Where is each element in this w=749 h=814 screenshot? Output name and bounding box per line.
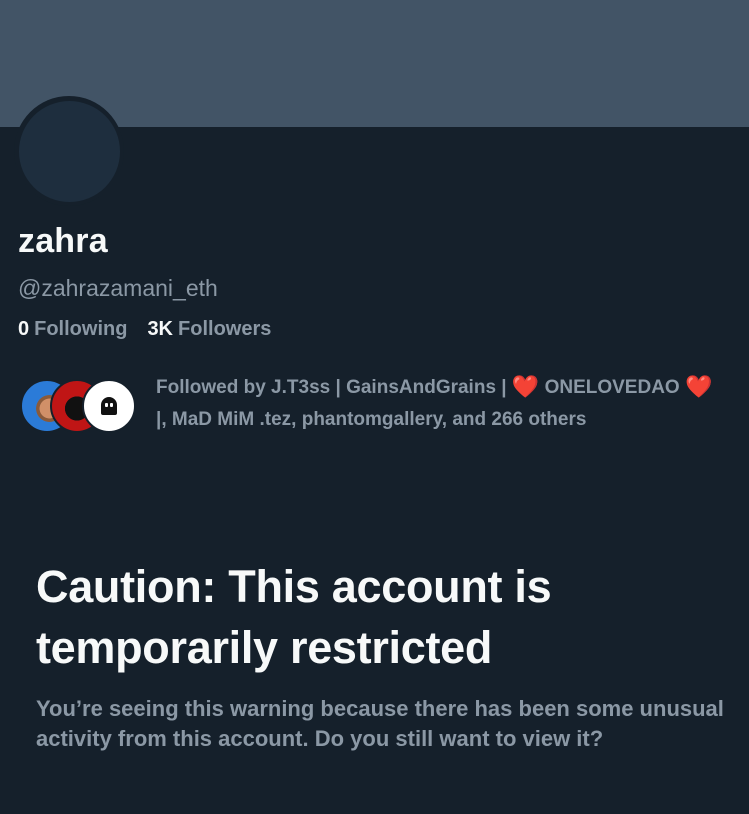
followers-count: 3K [147, 318, 174, 340]
following-link[interactable]: 0 Following [18, 318, 127, 341]
followed-by-text[interactable]: Followed by J.T3ss | GainsAndGrains | ❤️… [156, 371, 726, 436]
ghost-icon [101, 397, 117, 415]
followed-by-suffix: |, MaD MiM .tez, phantomgallery, and 266… [156, 409, 587, 430]
followed-by-avatars[interactable] [20, 379, 140, 433]
heart-icon: ❤️ [511, 374, 540, 399]
display-name: zahra [18, 222, 108, 260]
profile-banner[interactable] [0, 0, 749, 127]
heart-icon: ❤️ [684, 374, 713, 399]
followers-label: Followers [178, 318, 272, 340]
follower-avatar-3 [82, 379, 136, 433]
user-handle: @zahrazamani_eth [18, 275, 218, 301]
avatar-placeholder [18, 100, 120, 202]
following-count: 0 [18, 318, 30, 340]
followers-link[interactable]: 3K Followers [147, 318, 271, 341]
follow-stats: 0 Following 3K Followers [18, 318, 271, 341]
followed-by-prefix: Followed by J.T3ss | GainsAndGrains | [156, 377, 507, 398]
following-label: Following [34, 318, 128, 340]
caution-description: You’re seeing this warning because there… [36, 696, 724, 751]
caution-title: Caution: This account is temporarily res… [36, 561, 552, 673]
followed-by-name: ONELOVEDAO [544, 377, 680, 398]
profile-avatar[interactable] [14, 96, 124, 206]
